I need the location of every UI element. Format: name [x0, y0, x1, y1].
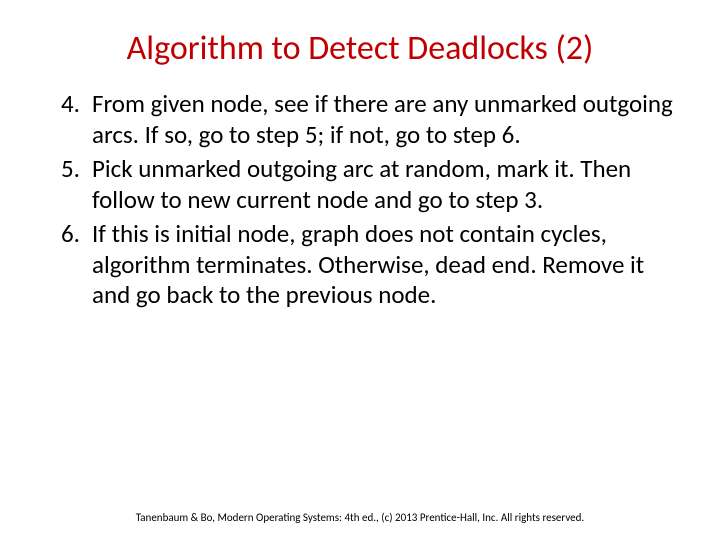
item-number: 4.: [44, 89, 92, 150]
list-item: 6. If this is initial node, graph does n…: [44, 219, 676, 311]
slide-title: Algorithm to Detect Deadlocks (2): [44, 28, 676, 69]
slide: Algorithm to Detect Deadlocks (2) 4. Fro…: [0, 0, 720, 540]
item-text: If this is initial node, graph does not …: [92, 219, 676, 311]
item-number: 5.: [44, 154, 92, 215]
footer-citation: Tanenbaum & Bo, Modern Operating Systems…: [0, 511, 720, 524]
algorithm-list: 4. From given node, see if there are any…: [44, 89, 676, 311]
item-text: From given node, see if there are any un…: [92, 89, 676, 150]
list-item: 5. Pick unmarked outgoing arc at random,…: [44, 154, 676, 215]
item-number: 6.: [44, 219, 92, 311]
list-item: 4. From given node, see if there are any…: [44, 89, 676, 150]
item-text: Pick unmarked outgoing arc at random, ma…: [92, 154, 676, 215]
